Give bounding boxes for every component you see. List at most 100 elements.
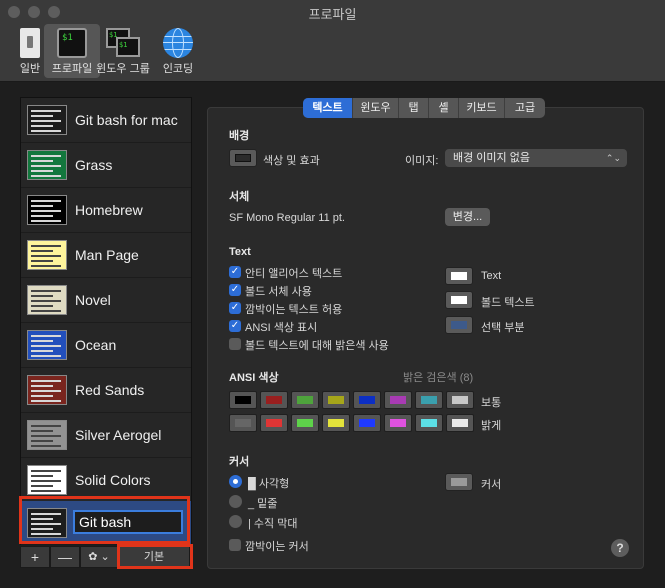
settings-tabs: 텍스트 윈도우 탭 셸 키보드 고급	[303, 98, 545, 118]
ansi-bright-blue[interactable]	[353, 414, 381, 432]
background-image-value: 배경 이미지 없음	[453, 152, 530, 164]
profile-name: Ocean	[75, 337, 117, 353]
ansi-normal-yellow[interactable]	[322, 391, 350, 409]
cursor-block-radio[interactable]	[229, 475, 242, 488]
bold-text-color-well[interactable]	[445, 291, 473, 309]
cursor-underline-radio[interactable]	[229, 495, 242, 508]
cursor-color-well[interactable]	[445, 473, 473, 491]
ansi-bright-white[interactable]	[446, 414, 474, 432]
profile-item[interactable]: Red Sands	[21, 368, 191, 413]
ansi-normal-green[interactable]	[291, 391, 319, 409]
profile-item[interactable]: Novel	[21, 278, 191, 323]
cursor-color-swatch	[451, 478, 467, 486]
window-title: 프로파일	[308, 7, 357, 22]
profile-item[interactable]: Git bash for mac	[21, 98, 191, 143]
profile-name: Git bash for mac	[75, 112, 178, 128]
tab-keyboard[interactable]: 키보드	[459, 98, 505, 118]
profile-thumbnail	[27, 150, 67, 180]
remove-profile-button[interactable]: —	[50, 546, 80, 568]
profile-item[interactable]: Ocean	[21, 323, 191, 368]
image-label: 이미지:	[405, 155, 439, 167]
profile-item[interactable]: Homebrew	[21, 188, 191, 233]
profile-name: Silver Aerogel	[75, 427, 162, 443]
profile-thumbnail	[27, 240, 67, 270]
bright-bold-checkbox[interactable]	[229, 338, 241, 350]
thumbnail-text-line	[31, 215, 53, 217]
profile-list[interactable]: Git bash for mac Grass Homebrew Man Page…	[20, 97, 192, 545]
profile-item[interactable]: Silver Aerogel	[21, 413, 191, 458]
thumbnail-text-line	[31, 305, 53, 307]
window-group-icon: $1 $1	[106, 28, 140, 58]
profile-item[interactable]: Grass	[21, 143, 191, 188]
thumbnail-text-line	[31, 340, 53, 342]
bold-font-checkbox[interactable]: ✓	[229, 284, 241, 296]
ansi-bright-magenta[interactable]	[384, 414, 412, 432]
bright-black-hint: 밝은 검은색 (8)	[403, 372, 474, 384]
ansi-normal-blue[interactable]	[353, 391, 381, 409]
ansi-normal-red[interactable]	[260, 391, 288, 409]
ansi-bright-black[interactable]	[229, 414, 257, 432]
ansi-bright-green[interactable]	[291, 414, 319, 432]
profile-thumbnail	[27, 285, 67, 315]
tab-shell[interactable]: 셸	[429, 98, 459, 118]
thumbnail-text-line	[31, 400, 61, 402]
thumbnail-text-line	[31, 430, 53, 432]
terminal-icon: $1	[57, 28, 87, 58]
toolbar-profiles[interactable]: $1 프로파일	[44, 24, 100, 78]
thumbnail-text-line	[31, 480, 61, 482]
tab-text[interactable]: 텍스트	[303, 98, 353, 118]
ansi-normal-white[interactable]	[446, 391, 474, 409]
thumbnail-text-line	[31, 160, 53, 162]
text-color-well[interactable]	[445, 267, 473, 285]
profile-thumbnail	[27, 465, 67, 495]
toolbar-encoding-label: 인코딩	[162, 63, 194, 75]
thumbnail-text-line	[31, 165, 61, 167]
profile-thumbnail	[27, 195, 67, 225]
profile-name: Man Page	[75, 247, 139, 263]
thumbnail-text-line	[31, 475, 53, 477]
ansi-colors-checkbox[interactable]: ✓	[229, 320, 241, 332]
background-image-select[interactable]: 배경 이미지 없음 ⌃⌄	[445, 149, 627, 167]
toolbar-window-groups[interactable]: $1 $1 윈도우 그룹	[94, 24, 152, 78]
thumbnail-text-line	[31, 355, 61, 357]
thumbnail-text-line	[31, 255, 61, 257]
ansi-normal-label: 보통	[481, 397, 502, 409]
thumbnail-text-line	[31, 380, 61, 382]
background-section-title: 배경	[229, 130, 250, 142]
thumbnail-text-line	[31, 130, 61, 132]
thumbnail-text-line	[31, 110, 61, 112]
profile-name: Solid Colors	[75, 472, 151, 488]
help-button[interactable]: ?	[611, 539, 629, 557]
ansi-normal-cyan[interactable]	[415, 391, 443, 409]
ansi-bright-label: 밝게	[481, 420, 502, 432]
profile-name: Novel	[75, 292, 111, 308]
thumbnail-text-line	[31, 295, 53, 297]
thumbnail-text-line	[31, 260, 53, 262]
ansi-bright-cyan[interactable]	[415, 414, 443, 432]
ansi-normal-magenta[interactable]	[384, 391, 412, 409]
blink-text-checkbox[interactable]: ✓	[229, 302, 241, 314]
ansi-normal-black[interactable]	[229, 391, 257, 409]
ansi-bright-yellow[interactable]	[322, 414, 350, 432]
gear-menu-button[interactable]: ✿ ⌄	[80, 546, 118, 568]
tab-tab[interactable]: 탭	[399, 98, 429, 118]
cursor-bar-radio[interactable]	[229, 515, 242, 528]
profile-name: Grass	[75, 157, 113, 173]
profile-item[interactable]: Man Page	[21, 233, 191, 278]
blink-cursor-label: 깜박이는 커서	[245, 541, 309, 553]
add-profile-button[interactable]: +	[20, 546, 50, 568]
switch-icon	[20, 28, 40, 58]
blink-cursor-checkbox[interactable]	[229, 539, 241, 551]
thumbnail-text-line	[31, 125, 53, 127]
bold-font-label: 볼드 서체 사용	[245, 286, 312, 298]
antialias-checkbox[interactable]: ✓	[229, 266, 241, 278]
text-color-swatch	[451, 272, 467, 280]
background-color-well[interactable]	[229, 149, 257, 167]
selection-color-well[interactable]	[445, 316, 473, 334]
toolbar-encoding[interactable]: 인코딩	[150, 24, 206, 78]
change-font-button[interactable]: 변경...	[445, 208, 490, 226]
tab-window[interactable]: 윈도우	[353, 98, 399, 118]
tab-advanced[interactable]: 고급	[505, 98, 545, 118]
ansi-bright-red[interactable]	[260, 414, 288, 432]
thumbnail-text-line	[31, 175, 61, 177]
